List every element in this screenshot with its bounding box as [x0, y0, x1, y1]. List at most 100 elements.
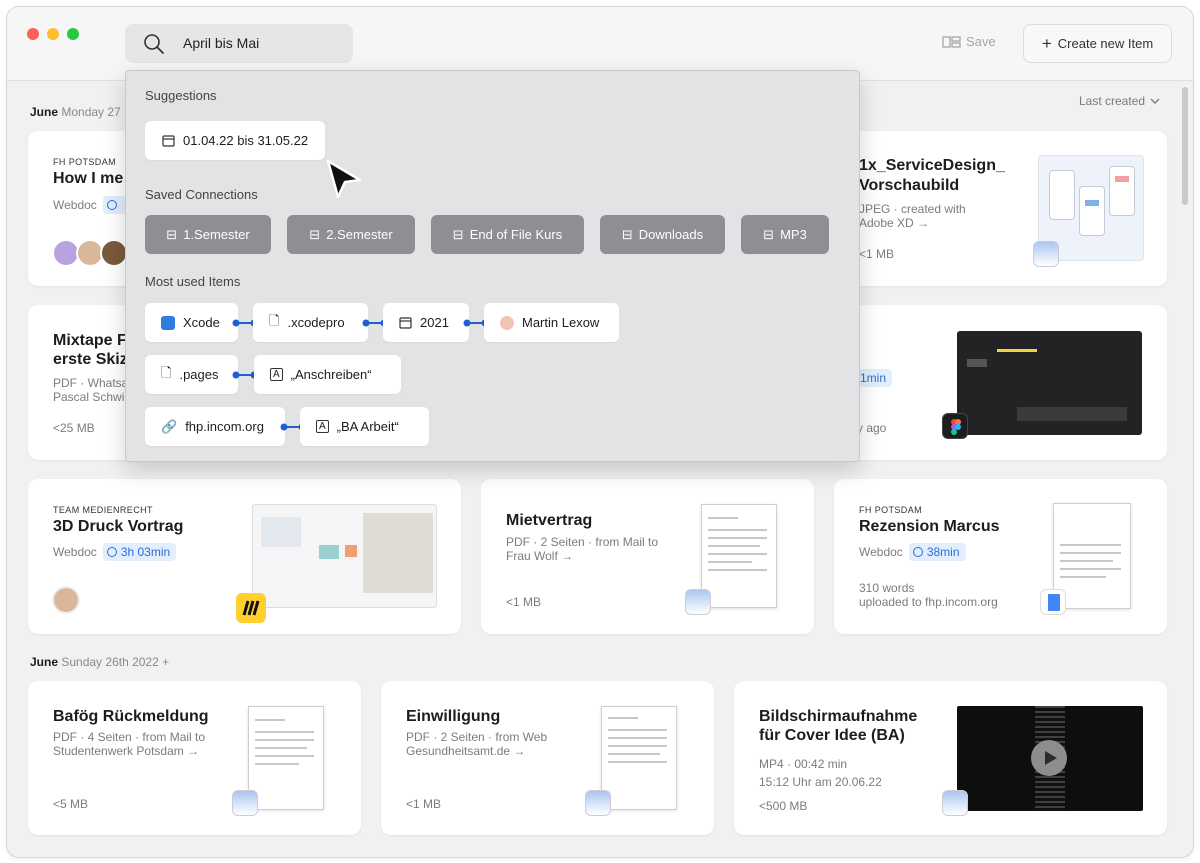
saved-connection-1-semester[interactable]: ⊟ 1.Semester: [145, 215, 271, 254]
pdf-preview: [248, 706, 324, 810]
search-suggestions-dropdown: Suggestions 01.04.22 bis 31.05.22 Saved …: [125, 70, 860, 462]
item-card-3d-druck[interactable]: TEAM MEDIENRECHT 3D Druck Vortrag Webdoc…: [28, 479, 461, 634]
card-size: <1 MB: [859, 247, 895, 261]
suggestion-date-range[interactable]: 01.04.22 bis 31.05.22: [145, 121, 326, 160]
duration-badge: [102, 196, 127, 214]
saved-connections-heading: Saved Connections: [145, 187, 258, 202]
card-type: Webdoc 38min: [859, 543, 966, 561]
item-card-einwilligung[interactable]: Einwilligung PDF · 2 Seiten · from Web G…: [381, 681, 714, 835]
item-card-mietvertrag[interactable]: Mietvertrag PDF · 2 Seiten · from Mail t…: [481, 479, 814, 634]
minimize-window-button[interactable]: [47, 28, 59, 40]
sort-dropdown[interactable]: Last created: [1079, 94, 1160, 108]
card-meta: MP4 · 00:42 min: [759, 757, 848, 771]
clock-icon: [106, 547, 117, 557]
card-size: <1 MB: [406, 797, 442, 811]
card-size: <500 MB: [759, 799, 808, 813]
board-thumbnail: [252, 504, 437, 608]
card-meta-line2: 15:12 Uhr am 20.06.22: [759, 775, 882, 789]
file-icon: 🗋: [161, 364, 172, 380]
section-date-2: June Sunday 26th 2022 +: [30, 655, 169, 669]
item-chip-martin-lexow[interactable]: Martin Lexow: [484, 303, 619, 342]
miro-icon: [236, 593, 266, 623]
play-icon: [1045, 751, 1057, 765]
saved-connection-2-semester[interactable]: ⊟ 2.Semester: [287, 215, 415, 254]
saved-connection-downloads[interactable]: ⊟ Downloads: [600, 215, 725, 254]
search-value: April bis Mai: [183, 35, 260, 51]
duration-badge: 38min: [908, 543, 966, 561]
item-chip-anschreiben[interactable]: A „Anschreiben“: [254, 355, 401, 394]
suggestions-heading: Suggestions: [145, 88, 217, 103]
item-chip-2021[interactable]: 2021: [383, 303, 469, 342]
scrollbar[interactable]: [1182, 87, 1188, 205]
card-title-line2: für Cover Idee (BA): [759, 727, 905, 744]
collection-icon: ⊟: [166, 226, 178, 242]
pdf-preview: [701, 504, 777, 608]
card-type: Webdoc: [53, 196, 127, 214]
preview-app-icon: [942, 790, 968, 816]
item-card-rezension[interactable]: FH POTSDAM Rezension Marcus Webdoc 38min …: [834, 479, 1167, 634]
preview-app-icon: [585, 790, 611, 816]
saved-connection-end-of-file-kurs[interactable]: ⊟ End of File Kurs: [431, 215, 584, 254]
card-meta: PDF · 2 Seiten · from Web: [406, 730, 548, 744]
calendar-icon: [399, 316, 412, 329]
calendar-icon: [162, 134, 175, 147]
collection-icon: [942, 35, 961, 48]
card-meta-line2: Studentenwerk Potsdam →: [53, 744, 200, 758]
card-title: Mietvertrag: [506, 512, 593, 529]
item-chip-fhp-incom[interactable]: 🔗 fhp.incom.org: [145, 407, 285, 446]
item-chip-ba-arbeit[interactable]: A „BA Arbeit“: [300, 407, 429, 446]
card-meta: PDF · Whatsa: [53, 376, 129, 390]
card-meta-line2: Frau Wolf →: [506, 549, 574, 563]
saved-connection-mp3[interactable]: ⊟ MP3: [741, 215, 829, 254]
preview-app-icon: [685, 589, 711, 615]
card-size: <5 MB: [53, 797, 89, 811]
create-new-item-button[interactable]: + Create new Item: [1023, 24, 1172, 63]
item-card-servicedesign[interactable]: 1x_ServiceDesign_ Vorschaubild JPEG · cr…: [833, 131, 1167, 286]
video-thumbnail[interactable]: [957, 706, 1143, 811]
section-month: June: [30, 655, 59, 669]
sort-label: Last created: [1079, 94, 1146, 108]
app-window: April bis Mai Save + Create new Item Jun…: [7, 7, 1193, 857]
create-label: Create new Item: [1057, 36, 1154, 51]
card-upload-info: uploaded to fhp.incom.org: [859, 595, 998, 609]
save-button[interactable]: Save: [942, 34, 996, 49]
play-button[interactable]: [1031, 740, 1067, 776]
item-card-bafoeg[interactable]: Bafög Rückmeldung PDF · 4 Seiten · from …: [28, 681, 361, 835]
item-chip-xcode[interactable]: Xcode: [145, 303, 238, 342]
clock-icon: [106, 200, 117, 210]
item-chip-pages[interactable]: 🗋 .pages: [145, 355, 238, 394]
item-card-bildschirmaufnahme[interactable]: Bildschirmaufnahme für Cover Idee (BA) M…: [734, 681, 1167, 835]
item-card-figma[interactable]: 1min y ago: [833, 305, 1167, 460]
collection-icon: ⊟: [452, 226, 464, 242]
zoom-window-button[interactable]: [67, 28, 79, 40]
section-day: Sunday 26th 2022 +: [61, 655, 170, 669]
item-chip-xcodepro[interactable]: 🗋 .xcodepro: [253, 303, 368, 342]
file-icon: 🗋: [269, 312, 280, 328]
pdf-preview: [601, 706, 677, 810]
duration-badge: 1min: [857, 369, 893, 387]
card-title: Mixtape F: [53, 332, 127, 349]
card-eyebrow: TEAM MEDIENRECHT: [53, 505, 153, 515]
card-title: Bafög Rückmeldung: [53, 708, 209, 725]
card-size: <25 MB: [53, 421, 95, 435]
collection-icon: ⊟: [763, 226, 775, 242]
card-word-count: 310 words: [859, 581, 915, 595]
card-title-line2: erste Skiz: [53, 351, 128, 368]
card-title: 3D Druck Vortrag: [53, 518, 184, 535]
section-day: Monday 27: [61, 105, 121, 119]
close-window-button[interactable]: [27, 28, 39, 40]
card-time-ago: y ago: [857, 421, 887, 435]
search-input[interactable]: April bis Mai: [125, 24, 353, 63]
card-title-line2: Vorschaubild: [859, 177, 960, 194]
avatar: [52, 586, 80, 614]
avatar: [500, 315, 514, 330]
card-meta: PDF · 4 Seiten · from Mail to: [53, 730, 206, 744]
card-eyebrow: FH POTSDAM: [53, 157, 117, 167]
section-date-1: June Monday 27: [30, 105, 121, 119]
save-label: Save: [966, 34, 996, 49]
collection-icon: ⊟: [621, 226, 633, 242]
card-size: <1 MB: [506, 595, 542, 609]
card-eyebrow: FH POTSDAM: [859, 505, 923, 515]
duration-badge: 3h 03min: [102, 543, 177, 561]
card-meta: PDF · 2 Seiten · from Mail to: [506, 535, 659, 549]
